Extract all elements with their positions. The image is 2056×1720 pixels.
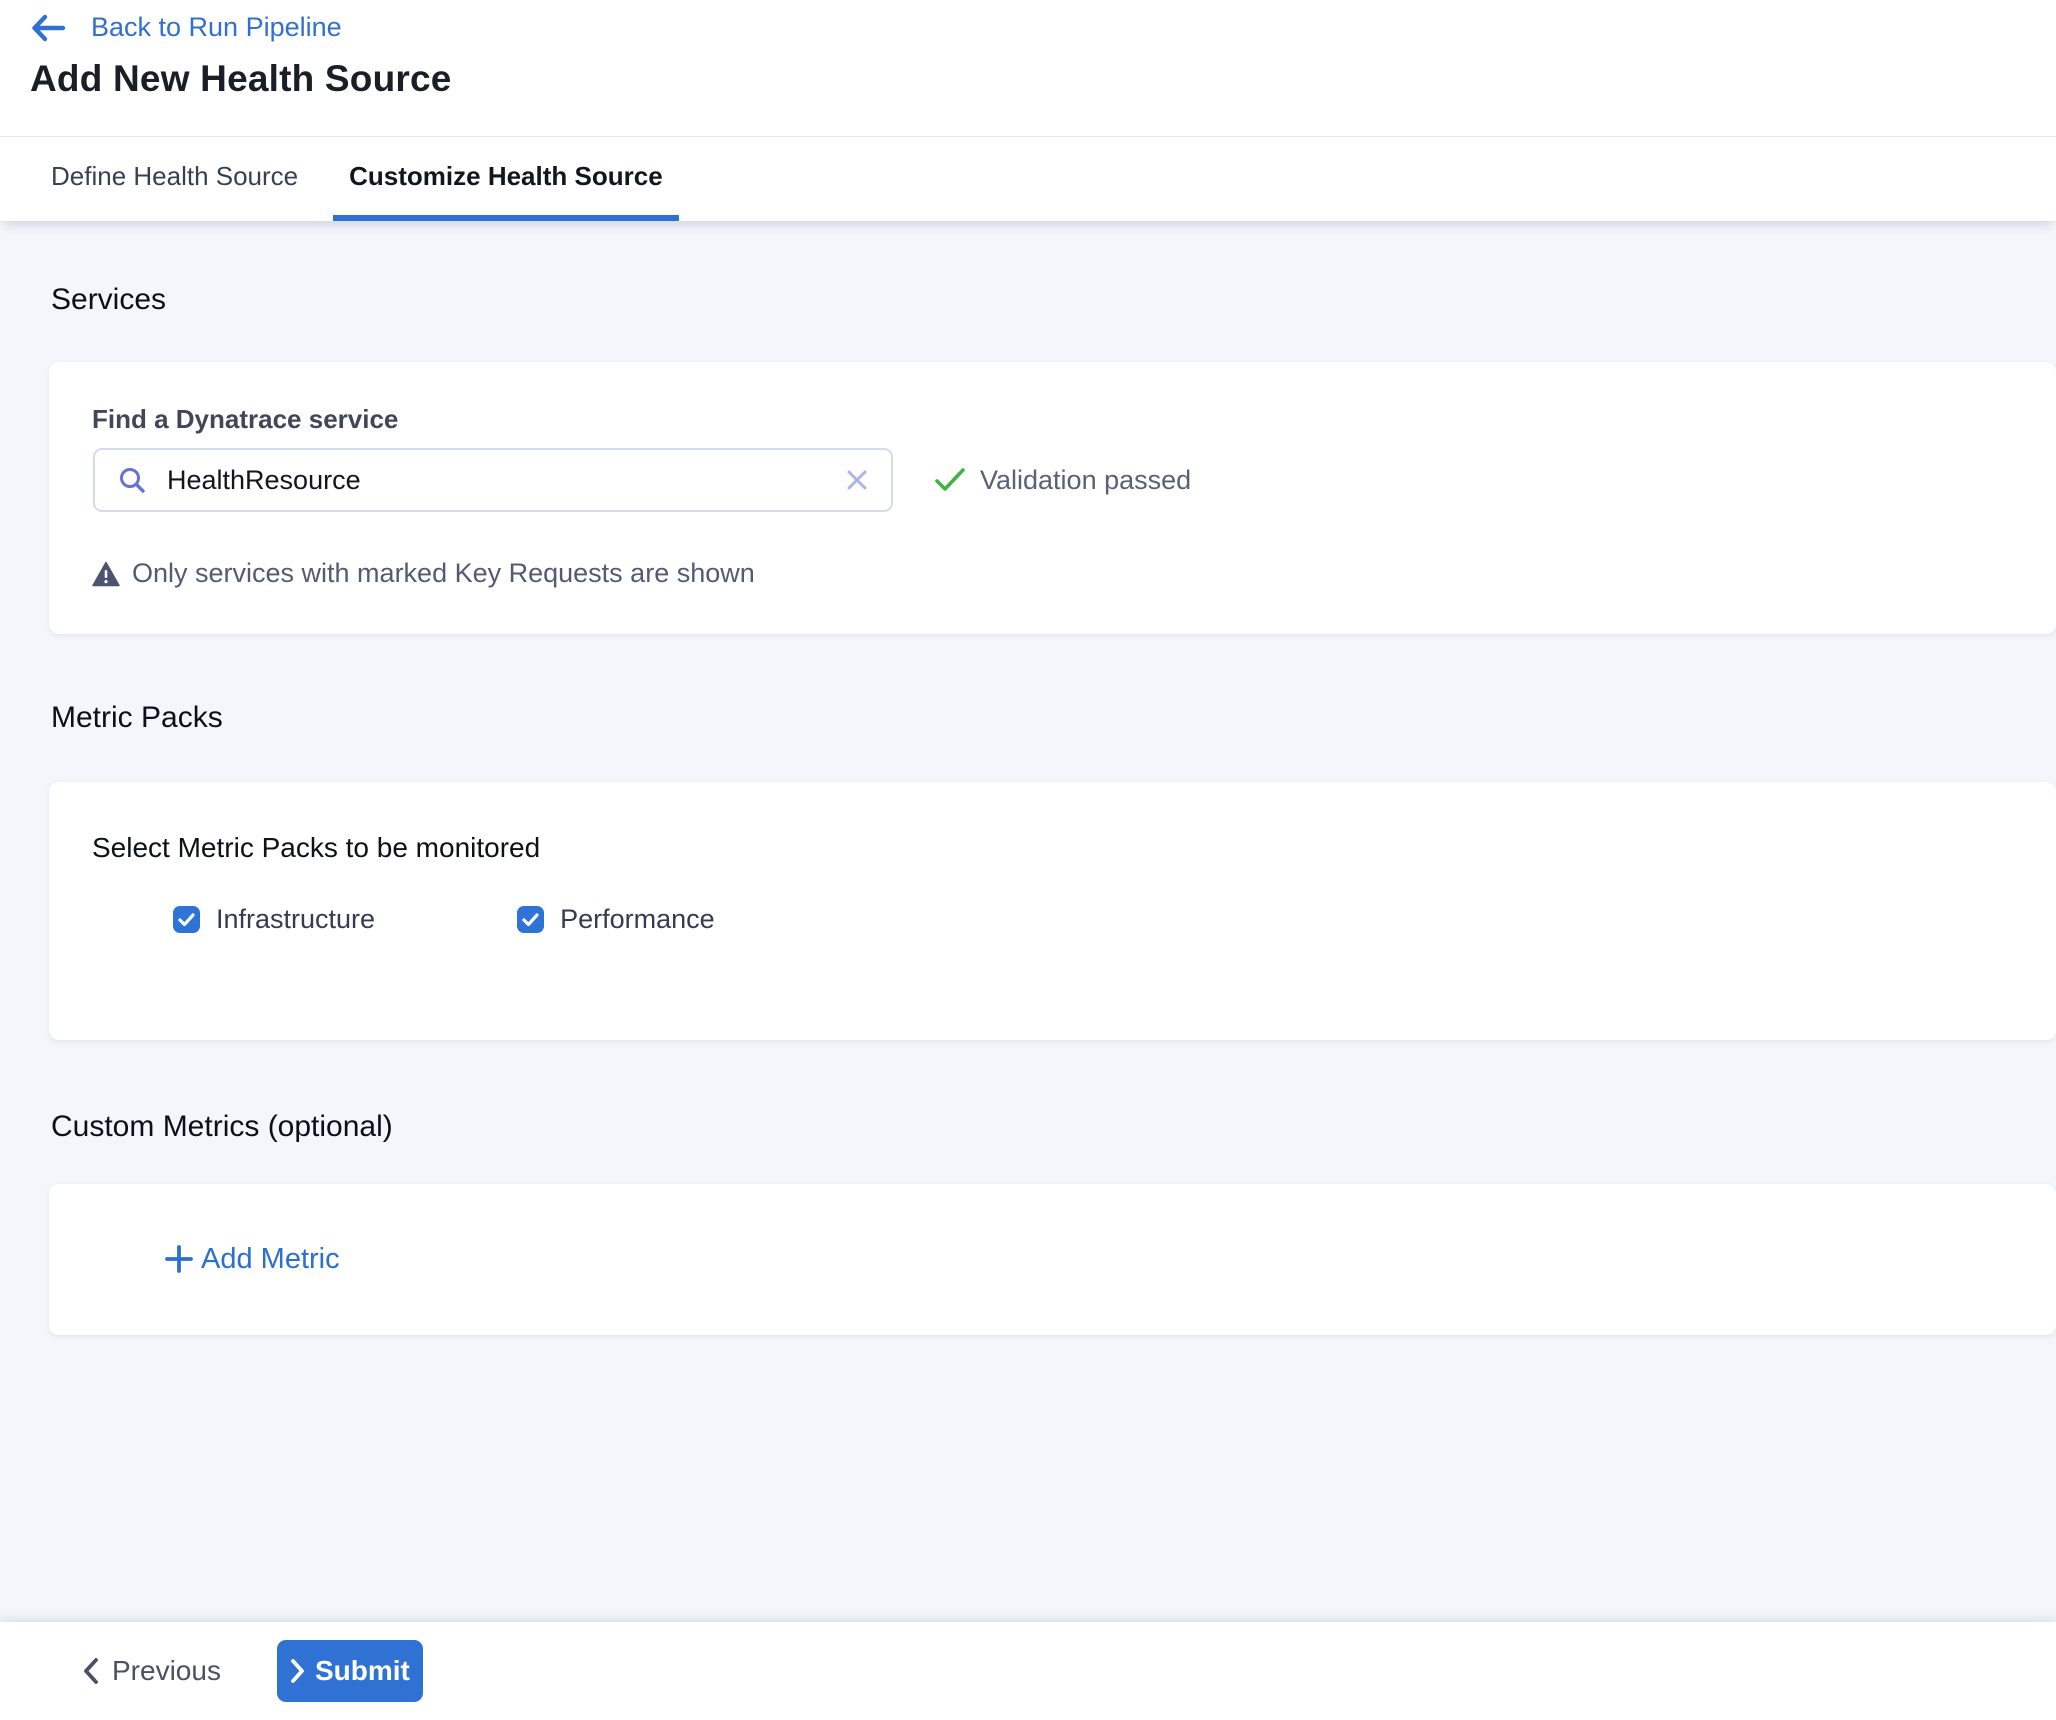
- service-search-input[interactable]: [167, 465, 845, 496]
- back-arrow-icon: [30, 13, 67, 43]
- add-health-source-page: Back to Run Pipeline Add New Health Sour…: [0, 0, 2056, 1720]
- checkbox-infrastructure[interactable]: Infrastructure: [173, 904, 375, 935]
- submit-button-label: Submit: [315, 1655, 410, 1687]
- chevron-left-icon: [82, 1657, 99, 1685]
- check-icon: [934, 467, 966, 493]
- validation-label: Validation passed: [980, 465, 1191, 496]
- add-metric-button[interactable]: Add Metric: [163, 1234, 340, 1284]
- services-card: Find a Dynatrace service: [49, 362, 2056, 634]
- checkbox-performance[interactable]: Performance: [517, 904, 715, 935]
- page-title: Add New Health Source: [30, 58, 452, 100]
- checkbox-checked-icon: [517, 906, 544, 933]
- chevron-right-icon: [290, 1658, 305, 1684]
- metric-packs-card: Select Metric Packs to be monitored Infr…: [49, 782, 2056, 1040]
- footer-bar: Previous Submit: [0, 1622, 2056, 1720]
- warning-label: Only services with marked Key Requests a…: [132, 558, 755, 589]
- service-search-field: [93, 448, 893, 512]
- tab-define-health-source[interactable]: Define Health Source: [51, 137, 298, 221]
- submit-button[interactable]: Submit: [277, 1640, 423, 1702]
- plus-icon: [163, 1243, 195, 1275]
- page-header: Back to Run Pipeline Add New Health Sour…: [0, 0, 2056, 137]
- find-service-label: Find a Dynatrace service: [92, 404, 398, 435]
- custom-metrics-card: Add Metric: [49, 1184, 2056, 1335]
- validation-status: Validation passed: [934, 448, 1191, 512]
- previous-button[interactable]: Previous: [82, 1655, 221, 1687]
- services-heading: Services: [51, 283, 166, 317]
- checkbox-checked-icon: [173, 906, 200, 933]
- content-area: Services Find a Dynatrace service: [0, 221, 2056, 1622]
- checkbox-infrastructure-label: Infrastructure: [216, 904, 375, 935]
- previous-button-label: Previous: [112, 1655, 221, 1687]
- services-warning: Only services with marked Key Requests a…: [92, 558, 755, 589]
- warning-icon: [92, 561, 120, 587]
- checkbox-performance-label: Performance: [560, 904, 715, 935]
- select-metric-packs-label: Select Metric Packs to be monitored: [92, 832, 540, 864]
- back-link[interactable]: Back to Run Pipeline: [30, 12, 342, 43]
- back-link-label: Back to Run Pipeline: [91, 12, 342, 43]
- custom-metrics-heading: Custom Metrics (optional): [51, 1110, 393, 1144]
- add-metric-label: Add Metric: [201, 1243, 340, 1276]
- clear-icon[interactable]: [845, 468, 869, 492]
- metric-packs-heading: Metric Packs: [51, 701, 223, 735]
- metric-packs-options: Infrastructure Performance: [173, 904, 715, 935]
- search-icon: [117, 465, 147, 495]
- tab-bar: Define Health Source Customize Health So…: [0, 137, 2056, 221]
- tab-customize-health-source[interactable]: Customize Health Source: [333, 137, 679, 221]
